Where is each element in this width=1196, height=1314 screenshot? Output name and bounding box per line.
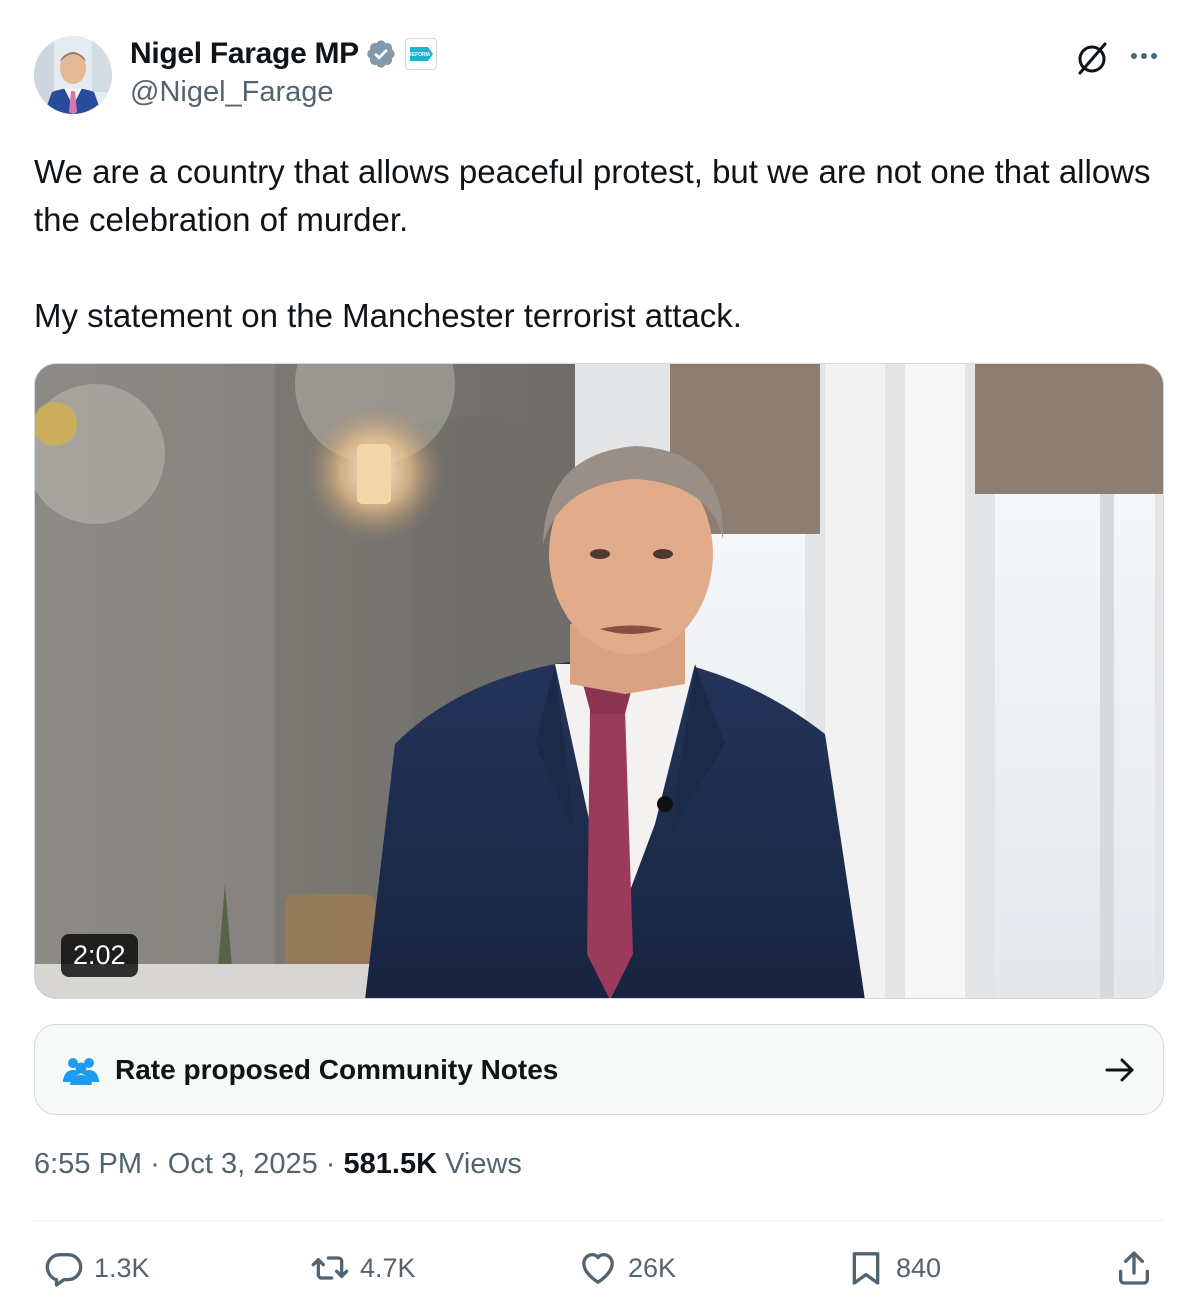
svg-text:REFORM: REFORM xyxy=(408,52,430,58)
like-button[interactable]: 26K xyxy=(578,1246,676,1290)
tweet-date[interactable]: Oct 3, 2025 xyxy=(168,1148,318,1180)
grok-icon[interactable] xyxy=(1072,38,1112,78)
share-icon xyxy=(1119,1251,1149,1285)
divider xyxy=(34,1220,1164,1221)
people-icon xyxy=(63,1057,99,1085)
author-handle[interactable]: @Nigel_Farage xyxy=(130,76,334,109)
repost-icon xyxy=(311,1256,349,1280)
more-options-icon[interactable] xyxy=(1126,42,1162,70)
author-display-name[interactable]: Nigel Farage MP xyxy=(130,37,359,71)
community-notes-label: Rate proposed Community Notes xyxy=(115,1053,559,1085)
views-count: 581.5K xyxy=(343,1148,438,1180)
tweet-meta: 6:55 PM · Oct 3, 2025 · 581.5K Views xyxy=(34,1148,522,1181)
like-count: 26K xyxy=(628,1252,677,1283)
video-duration-badge: 2:02 xyxy=(61,934,138,977)
meta-separator: · xyxy=(325,1148,344,1180)
bookmark-button[interactable]: 840 xyxy=(846,1246,941,1290)
community-notes-button[interactable]: Rate proposed Community Notes xyxy=(34,1024,1164,1115)
reply-button[interactable]: 1.3K xyxy=(44,1246,150,1290)
verified-badge-icon[interactable] xyxy=(365,38,397,70)
avatar-image xyxy=(34,36,112,114)
author-name-row: Nigel Farage MP REFORM xyxy=(130,36,437,72)
reply-count: 1.3K xyxy=(94,1252,150,1283)
bookmark-icon xyxy=(852,1252,880,1285)
tweet-text: We are a country that allows peaceful pr… xyxy=(34,148,1154,340)
affiliate-badge-icon[interactable]: REFORM xyxy=(404,38,437,70)
arrow-right-icon xyxy=(1105,1058,1134,1081)
views-label: Views xyxy=(445,1148,522,1180)
tweet: Nigel Farage MP REFORM @Nigel_Farage We … xyxy=(0,0,1196,1314)
video-thumbnail xyxy=(35,364,1163,998)
meta-separator: · xyxy=(150,1148,168,1180)
share-button[interactable] xyxy=(1114,1246,1154,1290)
repost-count: 4.7K xyxy=(360,1252,416,1283)
heart-icon xyxy=(582,1253,614,1284)
repost-button[interactable]: 4.7K xyxy=(310,1246,416,1290)
author-avatar[interactable] xyxy=(34,36,112,114)
video-player[interactable]: 2:02 xyxy=(34,363,1164,999)
reply-icon xyxy=(45,1253,83,1287)
bookmark-count: 840 xyxy=(896,1252,942,1283)
tweet-time[interactable]: 6:55 PM xyxy=(34,1148,142,1180)
tweet-text-paragraph-2: My statement on the Manchester terrorist… xyxy=(34,297,742,334)
tweet-text-paragraph-1: We are a country that allows peaceful pr… xyxy=(34,153,1151,238)
